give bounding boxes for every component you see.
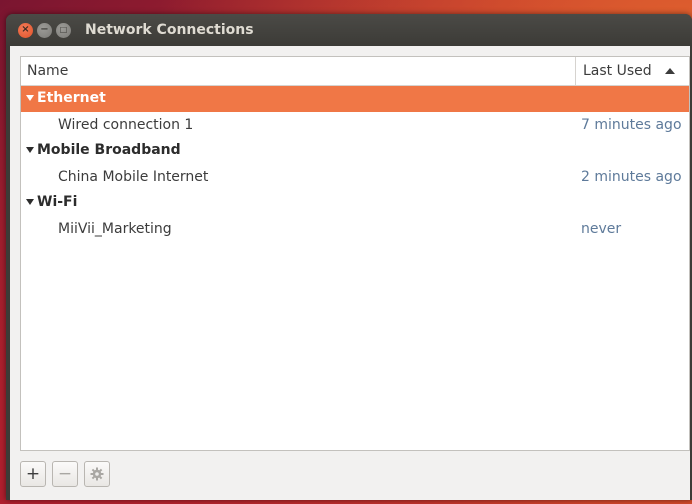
column-header-last-used[interactable]: Last Used — [583, 63, 652, 79]
gear-icon — [90, 467, 104, 481]
network-connections-window: × − □ Network Connections Name Last Used… — [6, 14, 692, 500]
connection-last-used: never — [581, 221, 622, 237]
group-label: Wi-Fi — [37, 194, 78, 210]
connections-list[interactable]: Name Last Used Ethernet Wired connection… — [20, 56, 690, 451]
expander-down-icon[interactable] — [26, 95, 34, 101]
connection-row[interactable]: China Mobile Internet 2 minutes ago — [21, 164, 689, 190]
sort-ascending-icon — [665, 68, 675, 74]
title-bar[interactable]: × − □ Network Connections — [6, 14, 692, 46]
group-label: Ethernet — [37, 90, 106, 106]
remove-connection-button[interactable]: − — [52, 461, 78, 487]
connection-last-used: 7 minutes ago — [581, 117, 682, 133]
connection-last-used: 2 minutes ago — [581, 169, 682, 185]
list-toolbar: + − — [20, 459, 116, 489]
group-row-ethernet[interactable]: Ethernet — [21, 86, 689, 112]
column-header-name[interactable]: Name — [27, 63, 68, 79]
maximize-button[interactable]: □ — [56, 22, 71, 38]
group-label: Mobile Broadband — [37, 142, 181, 158]
maximize-icon: □ — [59, 25, 68, 34]
connection-row[interactable]: Wired connection 1 7 minutes ago — [21, 112, 689, 138]
minimize-icon: − — [40, 24, 49, 35]
group-row-wifi[interactable]: Wi-Fi — [21, 190, 689, 216]
expander-down-icon[interactable] — [26, 199, 34, 205]
window-title: Network Connections — [85, 22, 254, 38]
connection-row[interactable]: MiiVii_Marketing never — [21, 216, 689, 242]
edit-connection-button[interactable] — [84, 461, 110, 487]
minimize-button[interactable]: − — [37, 22, 52, 38]
connection-name: MiiVii_Marketing — [58, 221, 172, 237]
plus-icon: + — [25, 464, 41, 484]
connection-name: China Mobile Internet — [58, 169, 209, 185]
group-row-mobile-broadband[interactable]: Mobile Broadband — [21, 138, 689, 164]
add-connection-button[interactable]: + — [20, 461, 46, 487]
expander-down-icon[interactable] — [26, 147, 34, 153]
close-button[interactable]: × — [18, 22, 33, 38]
connection-name: Wired connection 1 — [58, 117, 194, 133]
window-content: Name Last Used Ethernet Wired connection… — [10, 46, 690, 500]
list-header: Name Last Used — [21, 57, 689, 86]
minus-icon: − — [57, 464, 73, 484]
close-icon: × — [21, 24, 30, 35]
column-divider[interactable] — [575, 57, 576, 85]
